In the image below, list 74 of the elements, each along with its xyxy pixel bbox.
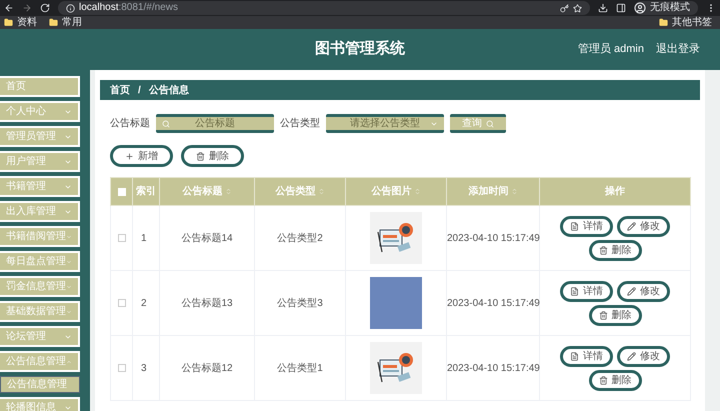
delete-button[interactable]: 删除 (588, 304, 642, 326)
table-header-cell: 操作 (540, 178, 690, 206)
table-cell: 2 (132, 270, 160, 336)
select-all-checkbox[interactable] (118, 188, 126, 196)
details-button[interactable]: 详情 (560, 216, 613, 236)
pencil-icon (627, 222, 636, 230)
select-field[interactable]: 请选择公告类型 (326, 114, 444, 133)
profile-chip[interactable]: 无痕模式 (634, 1, 698, 15)
document-icon (570, 352, 579, 360)
edit-button[interactable]: 修改 (617, 280, 670, 302)
table-cell: 2023-04-10 15:17:49 (446, 336, 540, 400)
logout-link[interactable]: 退出登录 (656, 41, 700, 58)
table-cell: 1 (132, 206, 160, 270)
search-icon (162, 120, 170, 128)
breadcrumb-link[interactable]: 首页 (110, 82, 130, 98)
trash-icon (598, 376, 608, 384)
field-label: 公告类型 (280, 116, 320, 131)
user-label: 管理员 admin (578, 42, 644, 58)
photo-placeholder (370, 277, 422, 329)
edit-button[interactable]: 修改 (617, 346, 670, 366)
breadcrumb-separator: / (138, 84, 141, 98)
app-title: 图书管理系统 (315, 39, 405, 60)
details-button[interactable]: 详情 (560, 280, 613, 302)
back-icon[interactable] (4, 3, 14, 13)
field-label: 公告标题 (110, 116, 150, 131)
address-bar[interactable]: localhost:8081/#/news (58, 1, 590, 15)
chevron-icon (430, 120, 438, 128)
document-icon (570, 222, 579, 230)
details-button[interactable]: 详情 (560, 346, 613, 366)
reload-icon[interactable] (40, 3, 50, 13)
forward-icon[interactable] (22, 3, 32, 13)
newspaper-drawing (370, 212, 422, 264)
row-checkbox[interactable] (118, 299, 126, 307)
table-cell: 公告类型3 (254, 270, 346, 336)
table-cell: 公告标题14 (160, 206, 254, 270)
delete-button[interactable]: 删除 (588, 240, 642, 260)
pencil-icon (627, 352, 636, 360)
folder-icon (659, 18, 668, 27)
trash-icon (598, 310, 608, 320)
search-field[interactable]: 公告标题 (156, 114, 274, 133)
trash-icon (196, 152, 205, 160)
trash-icon (598, 246, 608, 254)
table-cell: 2023-04-10 15:17:49 (446, 270, 540, 336)
delete-button[interactable]: 删除 (181, 145, 244, 167)
bookmark-link[interactable]: 资料 (4, 18, 37, 28)
side-panel-icon[interactable] (616, 3, 626, 13)
folder-icon (4, 18, 13, 27)
table-header-cell: 索引 (132, 178, 160, 206)
add-button[interactable]: 新增 (110, 145, 173, 167)
star-icon[interactable] (573, 4, 582, 12)
key-icon[interactable] (560, 4, 569, 12)
row-checkbox[interactable] (118, 364, 126, 372)
table-cell: 3 (132, 336, 160, 400)
table-cell: 公告类型2 (254, 206, 346, 270)
document-icon (570, 286, 579, 296)
info-icon (66, 4, 75, 12)
delete-button[interactable]: 删除 (588, 370, 642, 390)
plus-icon (125, 152, 134, 160)
folder-icon (49, 18, 58, 27)
row-checkbox[interactable] (118, 234, 126, 242)
breadcrumb-link[interactable]: 公告信息 (148, 82, 189, 98)
table-cell: 公告类型1 (254, 336, 346, 400)
newspaper-drawing (370, 342, 422, 394)
search-icon (486, 120, 494, 128)
edit-button[interactable]: 修改 (617, 216, 670, 236)
bookmark-link[interactable]: 其他书签 (659, 18, 712, 28)
url-text: localhost:8081/#/news (79, 3, 178, 13)
table-cell: 公告标题12 (160, 336, 254, 400)
download-icon[interactable] (598, 3, 608, 13)
table-cell: 公告标题13 (160, 270, 254, 336)
pencil-icon (627, 286, 636, 296)
bookmark-link[interactable]: 常用 (49, 18, 82, 28)
avatar-icon (634, 2, 646, 14)
table-cell: 2023-04-10 15:17:49 (446, 206, 540, 270)
